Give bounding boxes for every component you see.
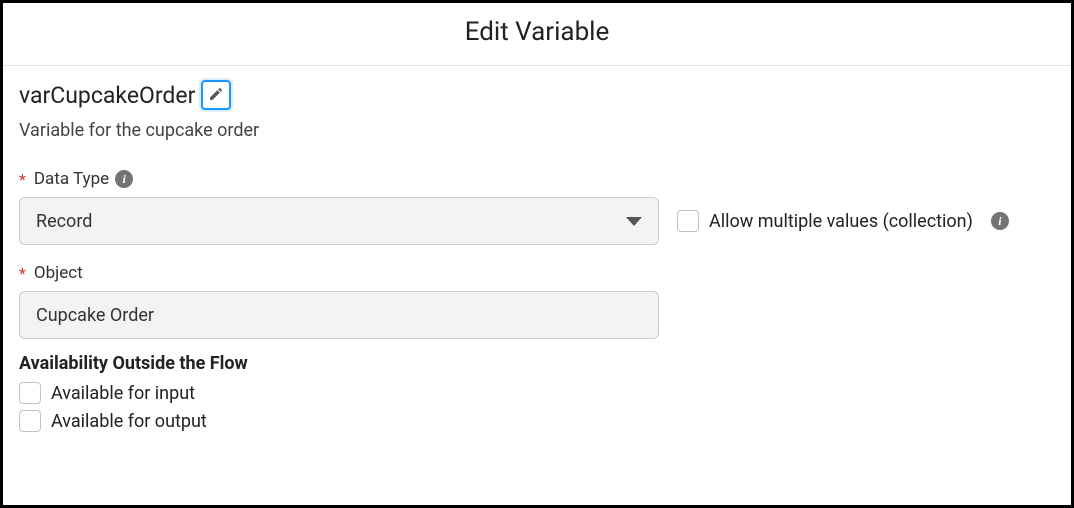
object-value: Cupcake Order [36,305,154,326]
allow-multiple-row: Allow multiple values (collection) [677,210,973,232]
object-label: Object [34,263,83,283]
data-type-row: Record Allow multiple values (collection… [19,197,1055,245]
info-icon[interactable]: i [115,170,133,188]
available-input-row: Available for input [19,382,1055,404]
required-indicator: * [19,170,26,189]
dialog-header: Edit Variable [3,3,1071,66]
dialog-content: varCupcakeOrder Variable for the cupcake… [3,66,1071,432]
dialog-title: Edit Variable [465,17,610,47]
required-indicator: * [19,264,26,283]
variable-description: Variable for the cupcake order [19,120,1055,141]
data-type-label: Data Type [34,169,109,189]
data-type-select[interactable]: Record [19,197,659,245]
variable-name: varCupcakeOrder [19,82,195,109]
chevron-down-icon [626,217,642,226]
available-output-checkbox[interactable] [19,410,41,432]
allow-multiple-label: Allow multiple values (collection) [709,211,973,232]
pencil-icon [208,86,224,105]
info-icon[interactable]: i [991,212,1009,230]
allow-multiple-checkbox[interactable] [677,210,699,232]
object-label-row: * Object [19,263,1055,283]
variable-name-row: varCupcakeOrder [19,80,1055,110]
data-type-value: Record [36,211,92,232]
available-input-label: Available for input [51,383,195,404]
available-input-checkbox[interactable] [19,382,41,404]
available-output-row: Available for output [19,410,1055,432]
edit-name-button[interactable] [201,80,231,110]
data-type-label-row: * Data Type i [19,169,1055,189]
object-input[interactable]: Cupcake Order [19,291,659,339]
available-output-label: Available for output [51,411,207,432]
availability-heading: Availability Outside the Flow [19,353,1055,374]
